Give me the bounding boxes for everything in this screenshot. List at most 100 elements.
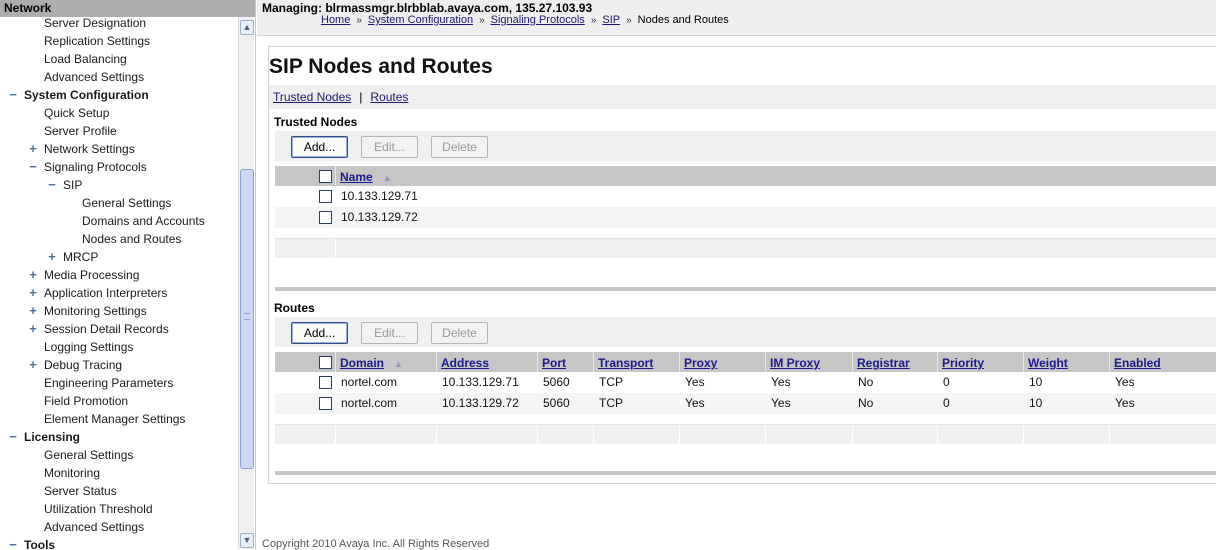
row-checkbox[interactable] bbox=[319, 211, 332, 224]
sidebar-item-label: Quick Setup bbox=[44, 106, 110, 120]
expand-icon[interactable]: + bbox=[28, 140, 38, 158]
sidebar-item-logging-settings[interactable]: Logging Settings bbox=[0, 338, 238, 356]
sidebar-item-monitoring[interactable]: Monitoring bbox=[0, 464, 238, 482]
select-all-checkbox[interactable] bbox=[319, 356, 332, 369]
nav-scrollbar[interactable]: ▲ ▼ bbox=[238, 17, 254, 549]
select-all-checkbox[interactable] bbox=[319, 170, 332, 183]
sidebar-item-debug-tracing[interactable]: + Debug Tracing bbox=[0, 356, 238, 374]
sidebar-item-replication-settings[interactable]: Replication Settings bbox=[0, 32, 238, 50]
sidebar-item-advanced-settings[interactable]: Advanced Settings bbox=[0, 518, 238, 536]
sidebar-item-session-detail-records[interactable]: + Session Detail Records bbox=[0, 320, 238, 338]
sidebar-item-element-manager-settings[interactable]: Element Manager Settings bbox=[0, 410, 238, 428]
column-header-name[interactable]: Name ▲ bbox=[335, 166, 1216, 186]
trusted-nodes-link[interactable]: Trusted Nodes bbox=[273, 90, 351, 104]
route-priority: 0 bbox=[943, 396, 950, 410]
sidebar-item-label: MRCP bbox=[63, 250, 99, 264]
route-port: 5060 bbox=[543, 396, 570, 410]
sidebar-item-signaling-protocols[interactable]: − Signaling Protocols bbox=[0, 158, 238, 176]
section-divider bbox=[275, 471, 1216, 475]
breadcrumb-current: Nodes and Routes bbox=[637, 14, 729, 26]
sidebar-item-label: Nodes and Routes bbox=[82, 232, 182, 246]
breadcrumb-system-configuration[interactable]: System Configuration bbox=[368, 14, 473, 26]
sidebar-item-mrcp[interactable]: + MRCP bbox=[0, 248, 238, 266]
sidebar-item-label: Server Profile bbox=[44, 124, 117, 138]
sidebar-item-field-promotion[interactable]: Field Promotion bbox=[0, 392, 238, 410]
sidebar-item-load-balancing[interactable]: Load Balancing bbox=[0, 50, 238, 68]
section-divider bbox=[275, 287, 1216, 291]
sidebar-item-utilization-threshold[interactable]: Utilization Threshold bbox=[0, 500, 238, 518]
breadcrumb-home[interactable]: Home bbox=[321, 14, 350, 26]
routes-edit-button[interactable]: Edit... bbox=[361, 322, 418, 344]
expand-icon[interactable]: + bbox=[28, 356, 38, 374]
sidebar-item-system-configuration[interactable]: − System Configuration bbox=[0, 86, 238, 104]
row-checkbox[interactable] bbox=[319, 397, 332, 410]
scroll-down-icon[interactable]: ▼ bbox=[240, 533, 254, 548]
sidebar-item-label: Licensing bbox=[24, 430, 81, 444]
column-header-transport[interactable]: Transport bbox=[593, 352, 679, 372]
routes-delete-button[interactable]: Delete bbox=[431, 322, 488, 344]
grip-icon bbox=[244, 313, 250, 320]
main-content: SIP Nodes and Routes Trusted Nodes | Route… bbox=[268, 46, 1216, 484]
table-footer bbox=[275, 238, 1216, 259]
row-checkbox[interactable] bbox=[319, 190, 332, 203]
sidebar-item-label: Field Promotion bbox=[44, 394, 129, 408]
sidebar-item-application-interpreters[interactable]: + Application Interpreters bbox=[0, 284, 238, 302]
sidebar-item-monitoring-settings[interactable]: + Monitoring Settings bbox=[0, 302, 238, 320]
collapse-icon[interactable]: − bbox=[8, 86, 18, 104]
column-header-priority[interactable]: Priority bbox=[937, 352, 1023, 372]
row-checkbox[interactable] bbox=[319, 376, 332, 389]
sidebar-item-server-status[interactable]: Server Status bbox=[0, 482, 238, 500]
trusted-edit-button[interactable]: Edit... bbox=[361, 136, 418, 158]
expand-icon[interactable]: + bbox=[28, 266, 38, 284]
collapse-icon[interactable]: − bbox=[8, 428, 18, 446]
sidebar-item-network-settings[interactable]: + Network Settings bbox=[0, 140, 238, 158]
column-header-registrar[interactable]: Registrar bbox=[852, 352, 937, 372]
expand-icon[interactable]: + bbox=[28, 320, 38, 338]
node-name: 10.133.129.71 bbox=[341, 189, 418, 203]
sidebar-item-label: Network Settings bbox=[44, 142, 135, 156]
sidebar-item-advanced-settings[interactable]: Advanced Settings bbox=[0, 68, 238, 86]
column-header-im-proxy[interactable]: IM Proxy bbox=[765, 352, 852, 372]
routes-table: Domain ▲ Address Port Transport Proxy IM … bbox=[275, 352, 1216, 445]
sidebar-item-tools[interactable]: − Tools bbox=[0, 536, 238, 549]
sidebar-item-quick-setup[interactable]: Quick Setup bbox=[0, 104, 238, 122]
routes-add-button[interactable]: Add... bbox=[291, 322, 348, 344]
routes-link[interactable]: Routes bbox=[370, 90, 408, 104]
column-header-weight[interactable]: Weight bbox=[1023, 352, 1109, 372]
collapse-icon[interactable]: − bbox=[8, 536, 18, 549]
column-header-domain[interactable]: Domain ▲ bbox=[335, 352, 436, 372]
sidebar-item-general-settings[interactable]: General Settings bbox=[0, 446, 238, 464]
sidebar-item-label: Session Detail Records bbox=[44, 322, 169, 336]
sidebar-item-general-settings[interactable]: General Settings bbox=[0, 194, 238, 212]
column-header-port[interactable]: Port bbox=[537, 352, 593, 372]
sidebar-item-media-processing[interactable]: + Media Processing bbox=[0, 266, 238, 284]
column-header-proxy[interactable]: Proxy bbox=[679, 352, 765, 372]
trusted-add-button[interactable]: Add... bbox=[291, 136, 348, 158]
scroll-up-icon[interactable]: ▲ bbox=[240, 20, 254, 35]
nav-tree: Server Designation Replication Settings Lo… bbox=[0, 14, 238, 549]
sidebar-item-label: SIP bbox=[63, 178, 83, 192]
scrollbar-thumb[interactable] bbox=[240, 169, 254, 469]
sidebar-item-nodes-and-routes[interactable]: Nodes and Routes bbox=[0, 230, 238, 248]
trusted-delete-button[interactable]: Delete bbox=[431, 136, 488, 158]
expand-icon[interactable]: + bbox=[47, 248, 57, 266]
column-header-address[interactable]: Address bbox=[436, 352, 537, 372]
sidebar-item-engineering-parameters[interactable]: Engineering Parameters bbox=[0, 374, 238, 392]
breadcrumb-signaling-protocols[interactable]: Signaling Protocols bbox=[491, 14, 585, 26]
sidebar-item-label: Server Designation bbox=[44, 16, 147, 30]
expand-icon[interactable]: + bbox=[28, 302, 38, 320]
sort-asc-icon: ▲ bbox=[382, 173, 392, 183]
sidebar-item-label: Signaling Protocols bbox=[44, 160, 147, 174]
sidebar-item-label: Server Status bbox=[44, 484, 117, 498]
sidebar-item-domains-and-accounts[interactable]: Domains and Accounts bbox=[0, 212, 238, 230]
collapse-icon[interactable]: − bbox=[47, 176, 57, 194]
breadcrumb-sip[interactable]: SIP bbox=[602, 14, 620, 26]
expand-icon[interactable]: + bbox=[28, 284, 38, 302]
sidebar-item-server-profile[interactable]: Server Profile bbox=[0, 122, 238, 140]
sort-asc-icon: ▲ bbox=[394, 359, 403, 369]
collapse-icon[interactable]: − bbox=[28, 158, 38, 176]
column-header-enabled[interactable]: Enabled bbox=[1109, 352, 1216, 372]
sidebar-item-server-designation[interactable]: Server Designation bbox=[0, 14, 238, 32]
sidebar-item-licensing[interactable]: − Licensing bbox=[0, 428, 238, 446]
sidebar-item-sip[interactable]: − SIP bbox=[0, 176, 238, 194]
